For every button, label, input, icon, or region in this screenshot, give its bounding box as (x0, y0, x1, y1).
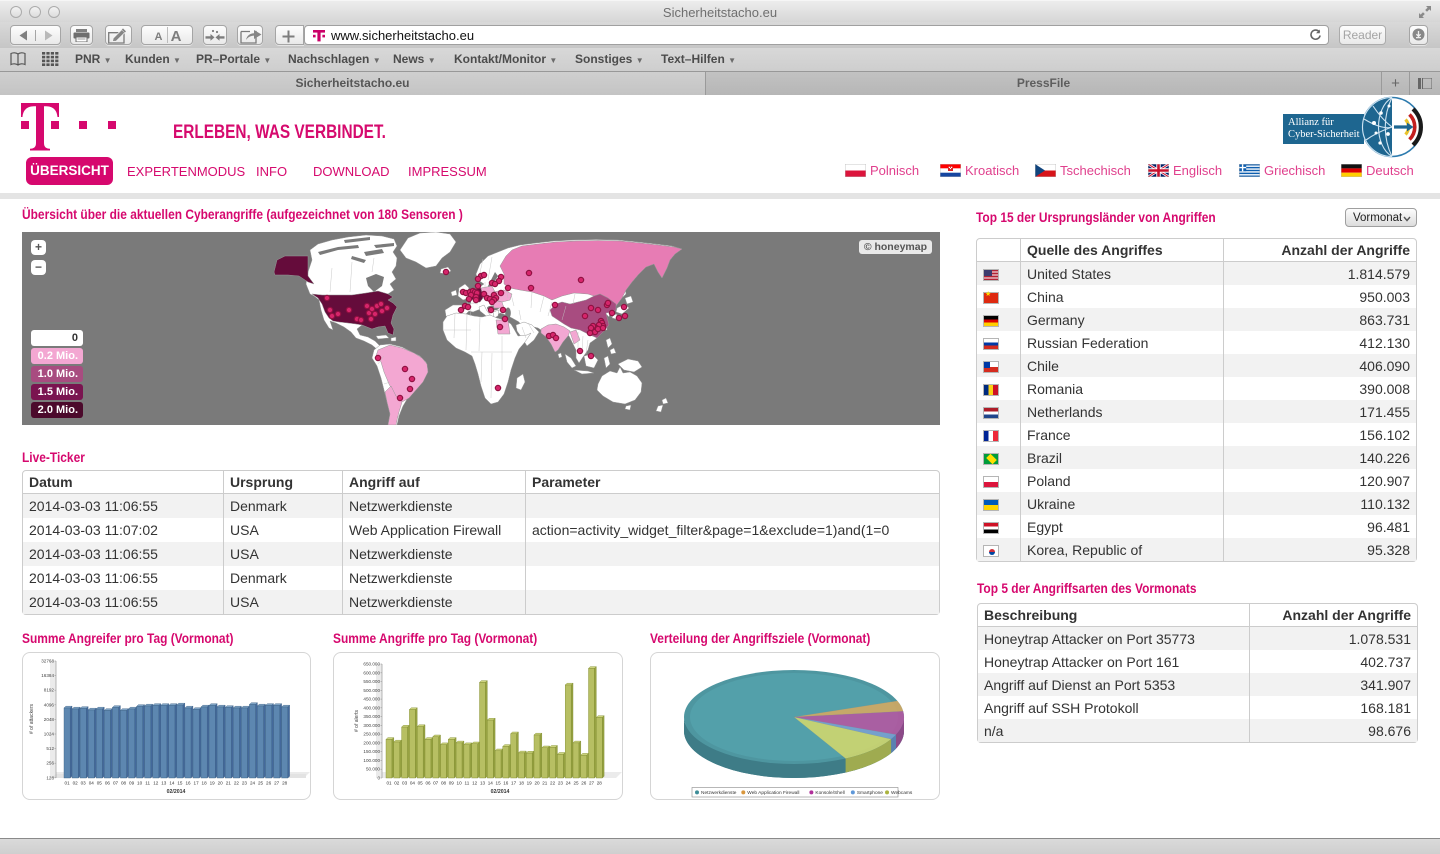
svg-text:07: 07 (433, 781, 439, 786)
svg-text:200.000: 200.000 (363, 740, 380, 745)
svg-text:17: 17 (194, 781, 200, 786)
svg-text:16384: 16384 (41, 673, 54, 678)
svg-text:0: 0 (377, 776, 380, 781)
svg-text:17: 17 (511, 781, 517, 786)
svg-text:02: 02 (73, 781, 79, 786)
svg-text:Webcams: Webcams (891, 790, 913, 796)
svg-text:1024: 1024 (44, 732, 55, 737)
svg-text:03: 03 (81, 781, 87, 786)
svg-text:04: 04 (89, 781, 95, 786)
svg-text:01: 01 (65, 781, 71, 786)
svg-text:02/2014: 02/2014 (491, 789, 510, 795)
svg-text:650.000: 650.000 (363, 662, 380, 667)
svg-text:07: 07 (113, 781, 119, 786)
svg-text:09: 09 (449, 781, 455, 786)
svg-text:15: 15 (496, 781, 502, 786)
svg-text:06: 06 (425, 781, 431, 786)
svg-text:21: 21 (542, 781, 548, 786)
svg-text:Konsole/Shell: Konsole/Shell (815, 790, 844, 796)
svg-text:450.000: 450.000 (363, 697, 380, 702)
svg-text:32768: 32768 (41, 659, 54, 664)
svg-text:19: 19 (527, 781, 533, 786)
svg-text:18: 18 (202, 781, 208, 786)
svg-text:23: 23 (558, 781, 564, 786)
svg-text:11: 11 (145, 781, 150, 786)
svg-text:Smartphone: Smartphone (857, 790, 883, 796)
svg-text:19: 19 (210, 781, 216, 786)
svg-text:03: 03 (402, 781, 408, 786)
svg-text:600.000: 600.000 (363, 670, 380, 675)
svg-text:01: 01 (386, 781, 392, 786)
svg-text:04: 04 (410, 781, 416, 786)
svg-text:27: 27 (274, 781, 280, 786)
svg-text:25: 25 (573, 781, 579, 786)
svg-text:Netzwerkdienste: Netzwerkdienste (701, 790, 737, 796)
svg-text:# of attackers: # of attackers (29, 703, 35, 734)
svg-text:02: 02 (394, 781, 400, 786)
svg-text:100.000: 100.000 (363, 758, 380, 763)
svg-text:10: 10 (137, 781, 143, 786)
svg-text:23: 23 (242, 781, 248, 786)
svg-text:350.000: 350.000 (363, 714, 380, 719)
svg-text:50.000: 50.000 (366, 767, 380, 772)
svg-text:550.000: 550.000 (363, 679, 380, 684)
svg-text:05: 05 (97, 781, 103, 786)
svg-text:24: 24 (566, 781, 572, 786)
svg-text:10: 10 (457, 781, 463, 786)
svg-text:08: 08 (121, 781, 127, 786)
svg-text:08: 08 (441, 781, 447, 786)
svg-text:28: 28 (597, 781, 603, 786)
svg-text:400.000: 400.000 (363, 705, 380, 710)
svg-text:500.000: 500.000 (363, 688, 380, 693)
svg-text:12: 12 (472, 781, 478, 786)
svg-text:128: 128 (46, 775, 54, 780)
svg-text:250.000: 250.000 (363, 732, 380, 737)
svg-text:11: 11 (465, 781, 470, 786)
svg-text:26: 26 (266, 781, 272, 786)
svg-text:512: 512 (46, 746, 54, 751)
svg-text:02/2014: 02/2014 (167, 789, 186, 795)
svg-text:15: 15 (177, 781, 183, 786)
svg-text:20: 20 (218, 781, 224, 786)
svg-text:21: 21 (226, 781, 232, 786)
svg-text:# of alerts: # of alerts (354, 710, 360, 732)
svg-text:05: 05 (418, 781, 424, 786)
svg-text:22: 22 (550, 781, 556, 786)
svg-text:300.000: 300.000 (363, 723, 380, 728)
svg-text:13: 13 (480, 781, 486, 786)
svg-text:06: 06 (105, 781, 111, 786)
svg-text:256: 256 (46, 761, 54, 766)
svg-text:27: 27 (589, 781, 595, 786)
svg-text:13: 13 (161, 781, 167, 786)
svg-text:14: 14 (169, 781, 175, 786)
svg-text:12: 12 (153, 781, 159, 786)
svg-text:150.000: 150.000 (363, 749, 380, 754)
svg-text:18: 18 (519, 781, 525, 786)
svg-text:20: 20 (534, 781, 540, 786)
svg-text:25: 25 (258, 781, 264, 786)
svg-text:16: 16 (503, 781, 509, 786)
svg-text:14: 14 (488, 781, 494, 786)
svg-text:Web Application Firewall: Web Application Firewall (747, 790, 799, 796)
svg-text:4096: 4096 (44, 702, 55, 707)
svg-text:22: 22 (234, 781, 240, 786)
svg-text:16: 16 (185, 781, 191, 786)
svg-text:24: 24 (250, 781, 256, 786)
svg-text:2048: 2048 (44, 717, 55, 722)
svg-text:8192: 8192 (44, 688, 55, 693)
svg-text:28: 28 (282, 781, 288, 786)
svg-text:09: 09 (129, 781, 135, 786)
svg-text:26: 26 (581, 781, 587, 786)
